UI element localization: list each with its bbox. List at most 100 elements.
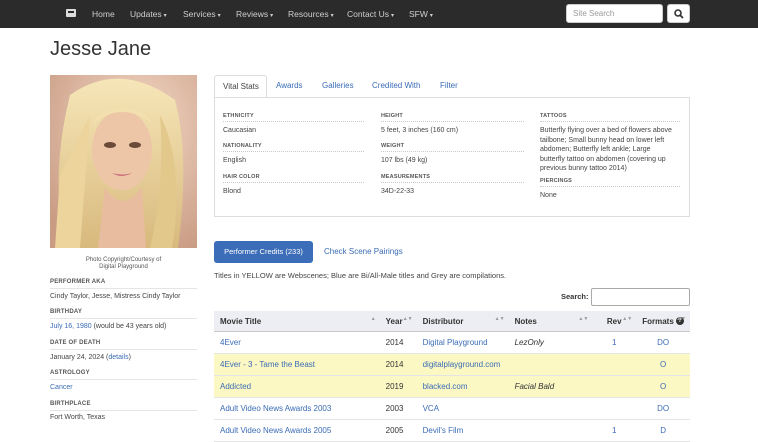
piercings-value: None xyxy=(540,192,557,199)
formats-cell[interactable]: DO xyxy=(636,397,690,420)
dotted-divider xyxy=(540,121,680,122)
astrology-link[interactable]: Cancer xyxy=(50,384,73,391)
formats-link[interactable]: O xyxy=(660,382,666,391)
tab-credited-with[interactable]: Credited With xyxy=(372,75,420,98)
measurements-label: MEASUREMENTS xyxy=(381,174,431,180)
photo-caption: Photo Copyright/Courtesy of Digital Play… xyxy=(50,257,197,271)
hair-color-value: Blond xyxy=(223,188,241,195)
tattoos-line: previous bunny tattoo 2014) xyxy=(540,165,627,172)
astrology-value[interactable]: Cancer xyxy=(50,384,73,391)
table-search-input[interactable] xyxy=(591,288,690,306)
distributor-cell[interactable]: VCA xyxy=(416,397,509,420)
death-label: DATE OF DEATH xyxy=(50,340,101,346)
caret-down-icon: ▾ xyxy=(429,13,433,19)
col-movie-title[interactable]: Movie Title ▲ xyxy=(214,311,380,332)
movie-title-text[interactable]: 4Ever - 3 - Tame the Beast xyxy=(220,360,315,369)
formats-link[interactable]: O xyxy=(660,360,666,369)
col-rev[interactable]: Rev ▲▼ xyxy=(592,311,637,332)
search-button[interactable] xyxy=(667,4,690,23)
formats-cell[interactable]: O xyxy=(636,375,690,398)
birthday-label: BIRTHDAY xyxy=(50,309,83,315)
col-year[interactable]: Year ▲▼ xyxy=(379,311,417,332)
death-details-link[interactable]: details xyxy=(108,354,128,361)
dotted-divider xyxy=(223,182,364,183)
nav-home-label: Home xyxy=(92,9,115,19)
photo-caption-line2: Digital Playground xyxy=(99,264,148,270)
formats-cell[interactable]: DO xyxy=(636,331,690,354)
divider xyxy=(50,379,197,380)
notes-cell xyxy=(508,353,593,376)
caret-down-icon: ▾ xyxy=(217,13,221,19)
distributor-link[interactable]: Digital Playground xyxy=(423,338,488,347)
formats-link[interactable]: DO xyxy=(657,338,669,347)
bio-tabs: Vital Stats Awards Galleries Credited Wi… xyxy=(214,75,690,98)
dotted-divider xyxy=(223,121,364,122)
site-logo-icon[interactable] xyxy=(66,9,76,17)
movie-title-link[interactable]: Addicted xyxy=(214,375,380,398)
notes-cell xyxy=(508,397,593,420)
aka-value: Cindy Taylor, Jesse, Mistress Cindy Tayl… xyxy=(50,293,181,300)
tab-filter[interactable]: Filter xyxy=(440,75,458,98)
distributor-link[interactable]: VCA xyxy=(423,404,439,413)
movie-title-text[interactable]: 4Ever xyxy=(220,338,241,347)
table-row: 4Ever 2014 Digital Playground LezOnly 1 … xyxy=(214,331,690,354)
check-scene-pairings-link[interactable]: Check Scene Pairings xyxy=(324,241,403,263)
formats-cell[interactable]: O xyxy=(636,353,690,376)
caret-down-icon: ▾ xyxy=(270,13,274,19)
astrology-label: ASTROLOGY xyxy=(50,370,90,376)
col-formats[interactable]: Formats ? ▲▼ xyxy=(636,311,690,332)
height-value: 5 feet, 3 inches (160 cm) xyxy=(381,127,459,134)
birthday-link[interactable]: July 16, 1980 xyxy=(50,323,92,330)
col-distributor[interactable]: Distributor ▲▼ xyxy=(416,311,509,332)
tab-galleries[interactable]: Galleries xyxy=(322,75,354,98)
piercings-label: PIERCINGS xyxy=(540,178,573,184)
nav-updates[interactable]: Updates ▾ xyxy=(130,0,167,28)
site-search-input[interactable] xyxy=(566,4,663,23)
movie-title-text[interactable]: Addicted xyxy=(220,382,251,391)
nav-sfw[interactable]: SFW ▾ xyxy=(409,0,433,28)
movie-title-link[interactable]: 4Ever xyxy=(214,331,380,354)
nav-sfw-label: SFW xyxy=(409,9,428,19)
table-row: Adult Video News Awards 2003 2003 VCA DO xyxy=(214,397,690,420)
rev-cell[interactable] xyxy=(592,397,637,420)
dotted-divider xyxy=(381,182,524,183)
rev-cell[interactable] xyxy=(592,375,637,398)
dotted-divider xyxy=(381,121,524,122)
tab-vital-stats[interactable]: Vital Stats xyxy=(214,75,267,98)
death-value: January 24, 2024 (details) xyxy=(50,354,131,361)
measurements-value: 34D-22-33 xyxy=(381,188,415,195)
weight-value: 107 lbs (49 kg) xyxy=(381,157,428,164)
sort-icon: ▲▼ xyxy=(402,316,413,322)
tab-awards[interactable]: Awards xyxy=(276,75,303,98)
movie-title-text[interactable]: Adult Video News Awards 2003 xyxy=(220,404,331,413)
formats-link[interactable]: DO xyxy=(657,404,669,413)
movie-title-link[interactable]: 4Ever - 3 - Tame the Beast xyxy=(214,353,380,376)
tattoos-value: Butterfly flying over a bed of flowers a… xyxy=(540,126,672,174)
table-row: 4Ever - 3 - Tame the Beast 2014 digitalp… xyxy=(214,353,690,376)
dotted-divider xyxy=(223,151,364,152)
birthplace-label: BIRTHPLACE xyxy=(50,401,91,407)
sort-icon: ▲▼ xyxy=(676,316,686,322)
rev-cell[interactable] xyxy=(592,353,637,376)
nav-resources[interactable]: Resources ▾ xyxy=(288,0,334,28)
rev-cell[interactable]: 1 xyxy=(592,331,637,354)
ethnicity-label: ETHNICITY xyxy=(223,113,254,119)
col-notes[interactable]: Notes ▲▼ xyxy=(508,311,593,332)
page-title: Jesse Jane xyxy=(50,38,152,60)
distributor-link[interactable]: digitalplayground.com xyxy=(423,360,501,369)
distributor-cell[interactable]: blacked.com xyxy=(416,375,509,398)
rev-link[interactable]: 1 xyxy=(612,338,616,347)
birthday-value: July 16, 1980 (would be 43 years old) xyxy=(50,323,166,330)
nav-contact-us[interactable]: Contact Us ▾ xyxy=(347,0,394,28)
nav-reviews[interactable]: Reviews ▾ xyxy=(236,0,273,28)
distributor-link[interactable]: blacked.com xyxy=(423,382,468,391)
distributor-cell[interactable]: digitalplayground.com xyxy=(416,353,509,376)
performer-credits-button[interactable]: Performer Credits (233) xyxy=(214,241,313,263)
search-icon xyxy=(674,9,684,19)
distributor-cell[interactable]: Digital Playground xyxy=(416,331,509,354)
nav-services[interactable]: Services ▾ xyxy=(183,0,221,28)
dotted-divider xyxy=(540,186,680,187)
movie-title-link[interactable]: Adult Video News Awards 2003 xyxy=(214,397,380,420)
weight-label: WEIGHT xyxy=(381,143,405,149)
nav-home[interactable]: Home xyxy=(92,0,115,28)
